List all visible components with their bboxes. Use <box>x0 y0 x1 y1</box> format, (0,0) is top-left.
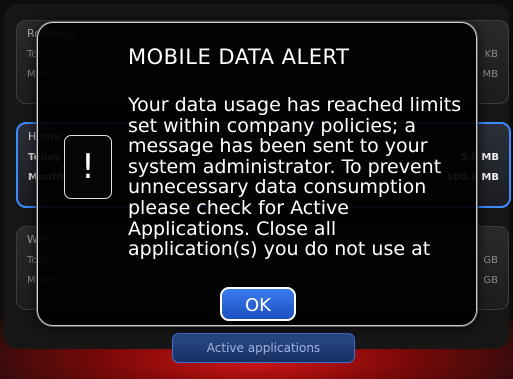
exclamation-icon: ! <box>64 135 112 199</box>
active-applications-button[interactable]: Active applications <box>172 333 355 363</box>
card-row-value: GB <box>483 255 498 266</box>
mobile-data-alert-dialog: MOBILE DATA ALERT ! Your data usage has … <box>37 22 477 326</box>
card-row-value: MB <box>482 69 499 80</box>
phone-screen: Roaming Today KB Month MB Home Today 5.0… <box>0 0 513 379</box>
card-row-value: KB <box>484 49 498 60</box>
exclamation-glyph: ! <box>81 147 95 187</box>
dialog-title: MOBILE DATA ALERT <box>128 45 350 69</box>
card-row-value: GB <box>483 275 498 286</box>
ok-button[interactable]: OK <box>220 287 296 321</box>
dialog-message: Your data usage has reached limits set w… <box>128 95 462 261</box>
